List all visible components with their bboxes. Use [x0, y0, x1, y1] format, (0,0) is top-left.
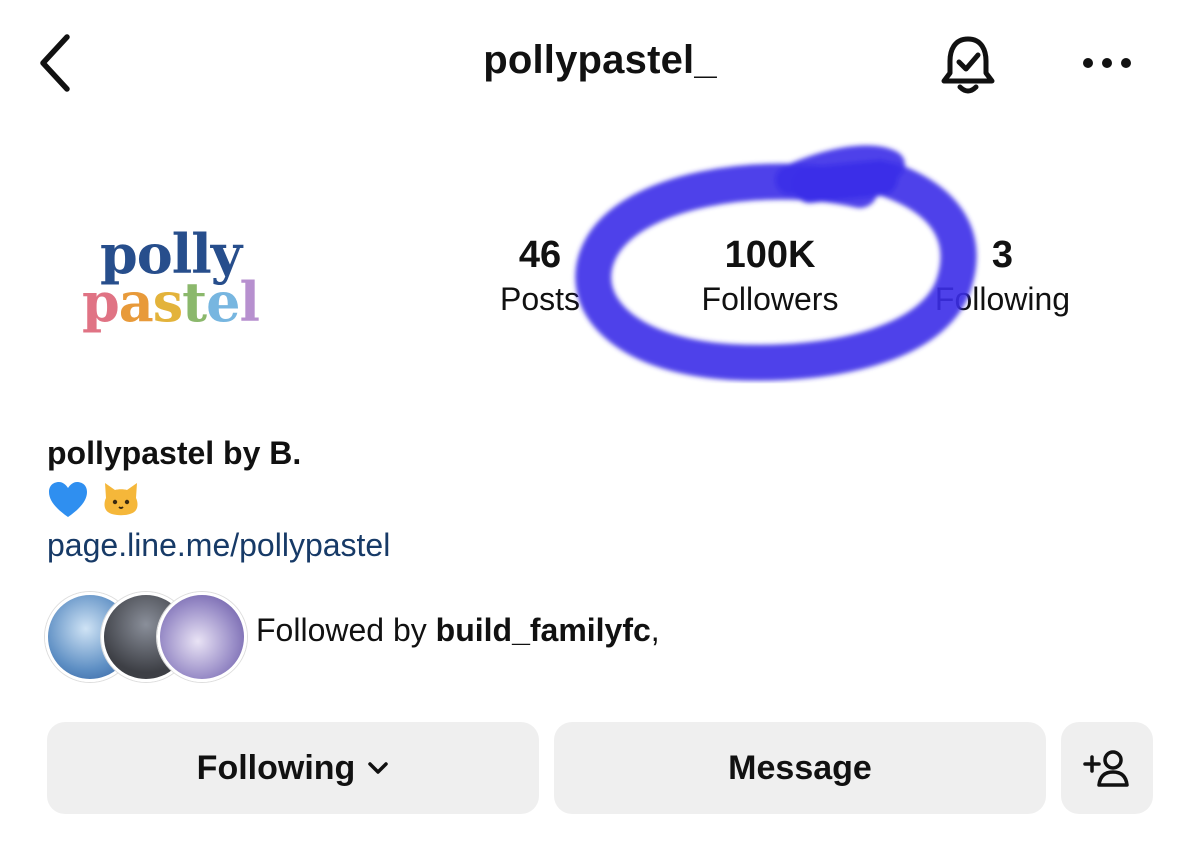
message-button[interactable]: Message: [554, 722, 1046, 814]
followers-stat[interactable]: 100K Followers: [660, 232, 880, 320]
add-person-icon: [1083, 750, 1129, 787]
followers-count: 100K: [724, 234, 816, 276]
following-stat[interactable]: 3 Following: [915, 232, 1090, 320]
bio-link[interactable]: page.line.me/pollypastel: [47, 527, 390, 564]
logo-letter: s: [152, 270, 183, 334]
following-label: Following: [934, 281, 1071, 317]
bio-emojis: [47, 480, 141, 520]
followed-by-suffix: ,: [650, 612, 660, 648]
posts-count: 46: [518, 234, 562, 276]
posts-label: Posts: [499, 281, 581, 317]
following-button[interactable]: Following: [47, 722, 539, 814]
back-chevron-icon: [40, 34, 70, 92]
logo-text-pastel: pastel: [82, 270, 260, 334]
mutual-followers-avatars[interactable]: [45, 590, 247, 682]
notifications-button[interactable]: [930, 28, 1006, 104]
logo-letter: l: [239, 270, 259, 334]
back-button[interactable]: [30, 30, 80, 96]
logo-letter: a: [118, 270, 154, 334]
logo-letter: e: [206, 270, 240, 334]
followed-by-prefix: Followed by: [256, 612, 436, 648]
logo-letter: t: [182, 270, 207, 334]
followers-label: Followers: [701, 281, 839, 317]
posts-stat[interactable]: 46 Posts: [480, 232, 600, 320]
chevron-down-icon: [368, 762, 389, 774]
more-horizontal-icon: [1083, 58, 1131, 68]
suggest-people-button[interactable]: [1061, 722, 1153, 814]
message-button-label: Message: [728, 748, 872, 787]
followed-by-user: build_familyfc: [435, 612, 651, 648]
profile-avatar[interactable]: polly pastel: [62, 200, 282, 360]
logo-letter: p: [82, 270, 120, 334]
following-count: 3: [991, 234, 1014, 276]
avatar: [157, 592, 247, 682]
profile-username-title: pollypastel_: [483, 38, 717, 82]
profile-display-name: pollypastel by B.: [47, 435, 302, 471]
followed-by-text[interactable]: Followed by build_familyfc,: [256, 612, 660, 649]
blue-heart-icon: [49, 482, 87, 517]
cat-face-icon: [104, 483, 138, 516]
bell-check-icon: [941, 36, 995, 94]
more-options-button[interactable]: [1076, 40, 1138, 86]
following-button-label: Following: [196, 748, 356, 787]
